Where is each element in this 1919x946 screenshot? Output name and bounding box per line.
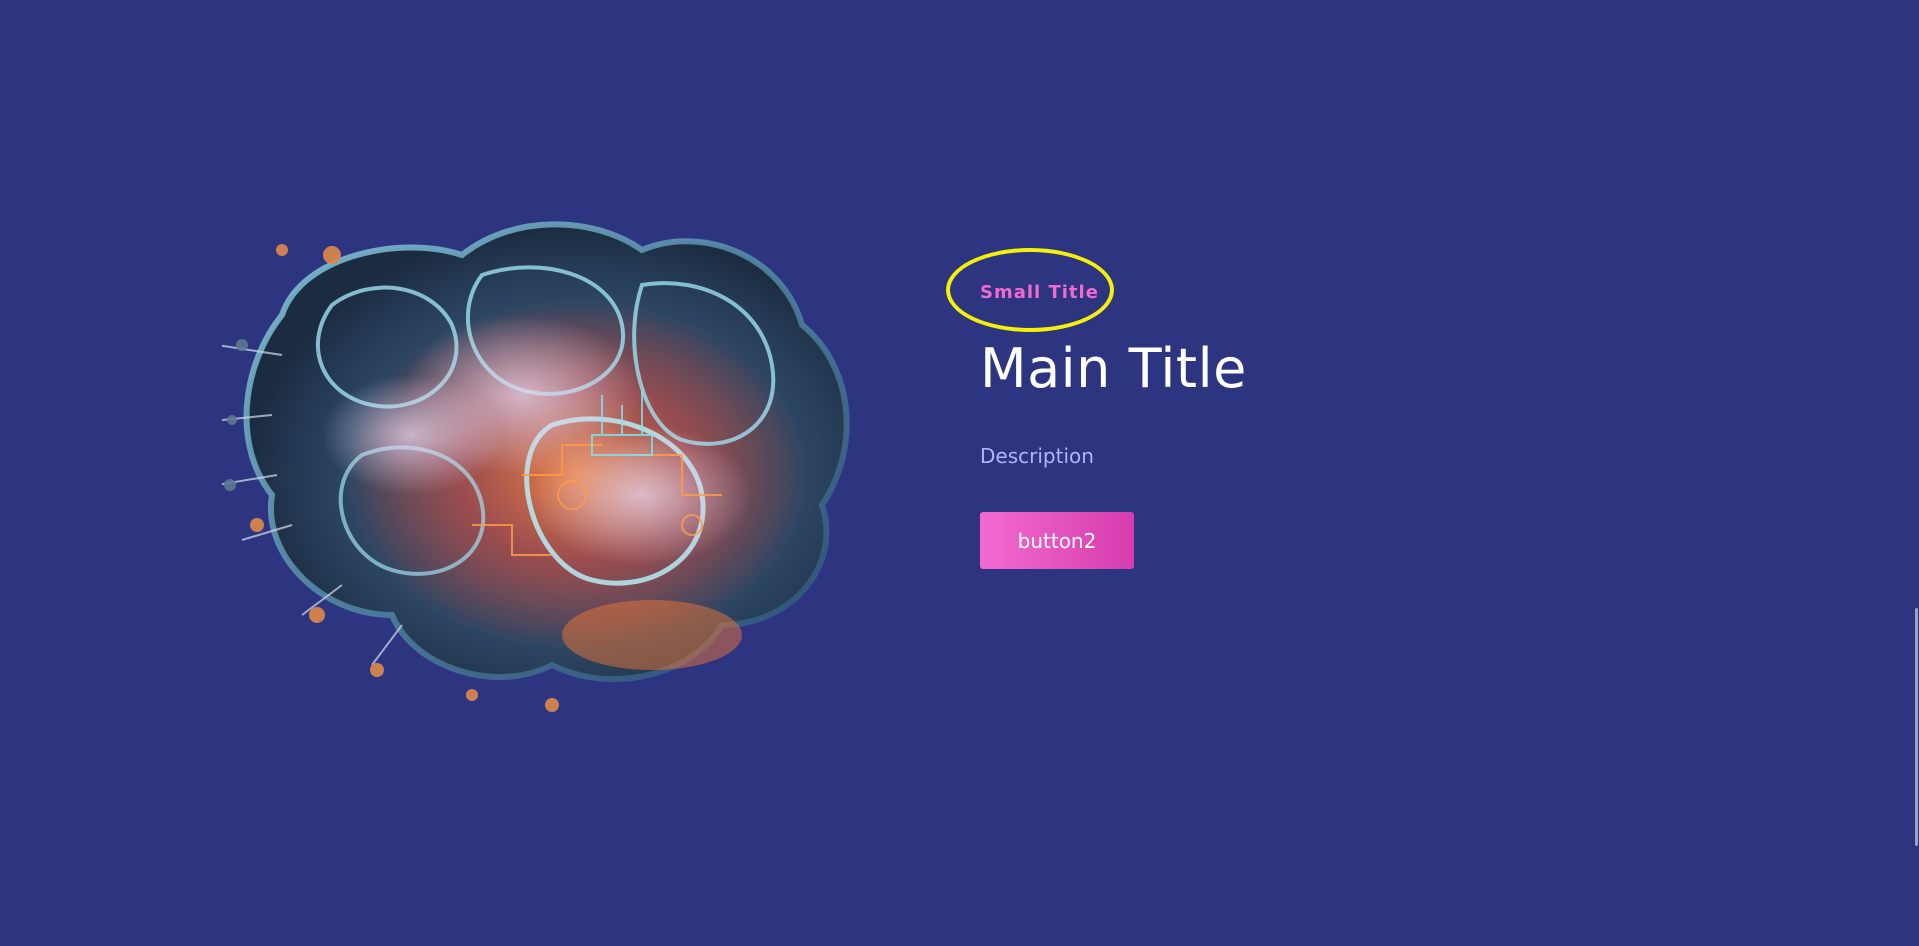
main-title: Main Title — [980, 337, 1247, 400]
button2[interactable]: button2 — [980, 512, 1134, 570]
ai-brain-illustration — [222, 221, 850, 712]
scrollbar[interactable] — [1913, 0, 1919, 946]
description: Description — [980, 444, 1094, 469]
small-title: Small Title — [946, 248, 1114, 332]
hero-content: Small Title Main Title Description butto… — [946, 248, 1580, 570]
scrollbar-thumb[interactable] — [1915, 608, 1918, 846]
hero-section: Small Title Main Title Description butto… — [0, 0, 1919, 946]
small-title-text: Small Title — [980, 282, 1099, 303]
